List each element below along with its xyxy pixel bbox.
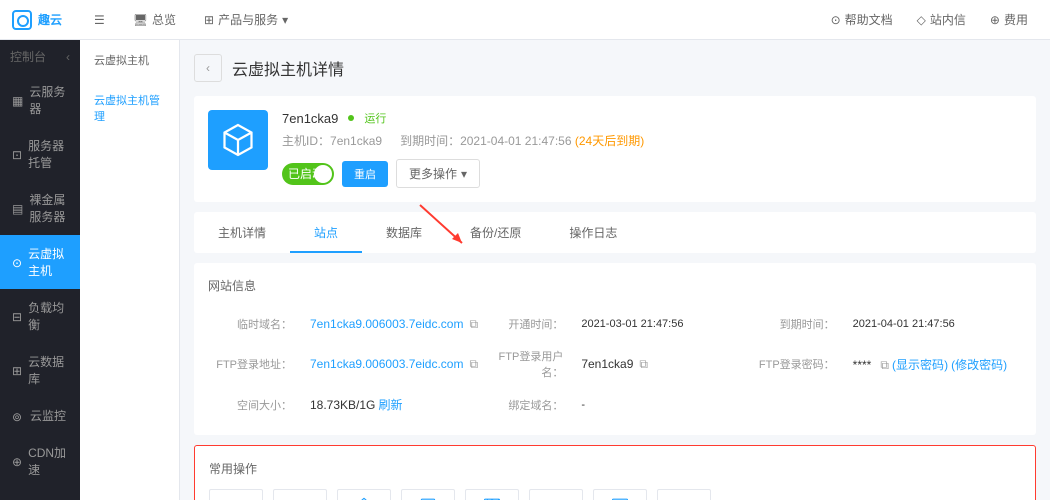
help-link[interactable]: ⊙ 帮助文档 xyxy=(821,5,903,34)
menu-toggle[interactable]: ☰ xyxy=(82,5,117,34)
server-icon xyxy=(417,494,439,500)
tab-0[interactable]: 主机详情 xyxy=(194,212,290,253)
tile-g1-1[interactable]: FTP管理 xyxy=(273,489,327,500)
tabs: 主机详情站点数据库备份/还原操作日志 xyxy=(194,212,1036,253)
sidebar-item-5[interactable]: ⊞云数据库 xyxy=(0,343,80,397)
tile-g1-4[interactable]: 404404错误页面 xyxy=(465,489,519,500)
sidebar-header: 控制台‹ xyxy=(0,40,80,73)
host-name: 7en1cka9 xyxy=(282,111,338,126)
sidebar-item-7[interactable]: ⊕CDN加速 xyxy=(0,434,80,488)
site-info-panel: 网站信息 临时域名：7en1cka9.006003.7eidc.com⧉ 开通时… xyxy=(194,263,1036,435)
tile-g1-2[interactable]: 默认首页设置 xyxy=(337,489,391,500)
redirect-icon xyxy=(609,494,631,500)
back-button[interactable]: ‹ xyxy=(194,54,222,82)
more-actions-button[interactable]: 更多操作▾ xyxy=(396,159,480,188)
tab-1[interactable]: 站点 xyxy=(290,212,362,253)
tile-g1-6[interactable]: HTTP重定向 xyxy=(593,489,647,500)
sidebar-item-8[interactable]: ⊘网站备案 xyxy=(0,488,80,500)
copy-icon[interactable]: ⧉ xyxy=(469,357,478,371)
sidebar-item-4[interactable]: ⊟负载均衡 xyxy=(0,289,80,343)
status-dot-icon xyxy=(348,115,354,121)
subnav-item-0[interactable]: 云虚拟主机 xyxy=(80,40,179,80)
main-content: ‹ 云虚拟主机详情 7en1cka9 运行 主机ID：7en1cka9 到期时间… xyxy=(180,40,1050,500)
logo[interactable]: 趣云 xyxy=(12,10,62,30)
err-icon: 404 xyxy=(481,494,503,500)
tab-3[interactable]: 备份/还原 xyxy=(446,212,545,253)
power-toggle[interactable]: 已启动 xyxy=(282,163,334,185)
ftp-address[interactable]: 7en1cka9.006003.7eidc.com⧉ xyxy=(310,357,479,372)
sidebar-item-3[interactable]: ⊙云虚拟主机 xyxy=(0,235,80,289)
home-icon xyxy=(353,494,375,500)
tile-g1-7[interactable]: 流量统计 xyxy=(657,489,711,500)
messages-link[interactable]: ◇ 站内信 xyxy=(907,5,976,34)
copy-icon[interactable]: ⧉ xyxy=(469,317,478,331)
tab-2[interactable]: 数据库 xyxy=(362,212,446,253)
sidebar-item-0[interactable]: ▦云服务器 xyxy=(0,73,80,127)
ftp-user: 7en1cka9⧉ xyxy=(581,357,750,372)
host-header-card: 7en1cka9 运行 主机ID：7en1cka9 到期时间：2021-04-0… xyxy=(194,96,1036,202)
copy-icon[interactable]: ⧉ xyxy=(639,357,648,371)
refresh-space[interactable]: 刷新 xyxy=(378,398,402,412)
reboot-button[interactable]: 重启 xyxy=(342,161,388,187)
operations-panel: 常用操作 .COM域名绑定FTP管理默认首页设置主机运行模式404404错误页面… xyxy=(194,445,1036,500)
nav-overview[interactable]: 🖥 总览 xyxy=(121,5,188,34)
temp-domain[interactable]: 7en1cka9.006003.7eidc.com⧉ xyxy=(310,317,479,332)
subnav: 云虚拟主机云虚拟主机管理 xyxy=(80,40,180,500)
tile-g1-3[interactable]: 主机运行模式 xyxy=(401,489,455,500)
sidebar-item-2[interactable]: ▤裸金属服务器 xyxy=(0,181,80,235)
subnav-item-1[interactable]: 云虚拟主机管理 xyxy=(80,80,179,136)
tab-4[interactable]: 操作日志 xyxy=(545,212,641,253)
host-status: 运行 xyxy=(364,110,386,126)
sidebar-item-6[interactable]: ⊚云监控 xyxy=(0,397,80,434)
show-password[interactable]: (显示密码) xyxy=(892,358,948,372)
tile-g1-5[interactable]: 301重定向 xyxy=(529,489,583,500)
panel-title: 网站信息 xyxy=(208,277,1022,294)
billing-link[interactable]: ⊕ 费用 xyxy=(980,5,1038,34)
change-password[interactable]: (修改密码) xyxy=(951,358,1007,372)
sidebar-item-1[interactable]: ⊡服务器托管 xyxy=(0,127,80,181)
page-title: 云虚拟主机详情 xyxy=(232,56,344,80)
sidebar: 控制台‹ ▦云服务器⊡服务器托管▤裸金属服务器⊙云虚拟主机⊟负载均衡⊞云数据库⊚… xyxy=(0,40,80,500)
nav-products[interactable]: ⊞ 产品与服务 ▾ xyxy=(192,5,300,34)
host-icon xyxy=(208,110,268,170)
tile-g1-0[interactable]: .COM域名绑定 xyxy=(209,489,263,500)
